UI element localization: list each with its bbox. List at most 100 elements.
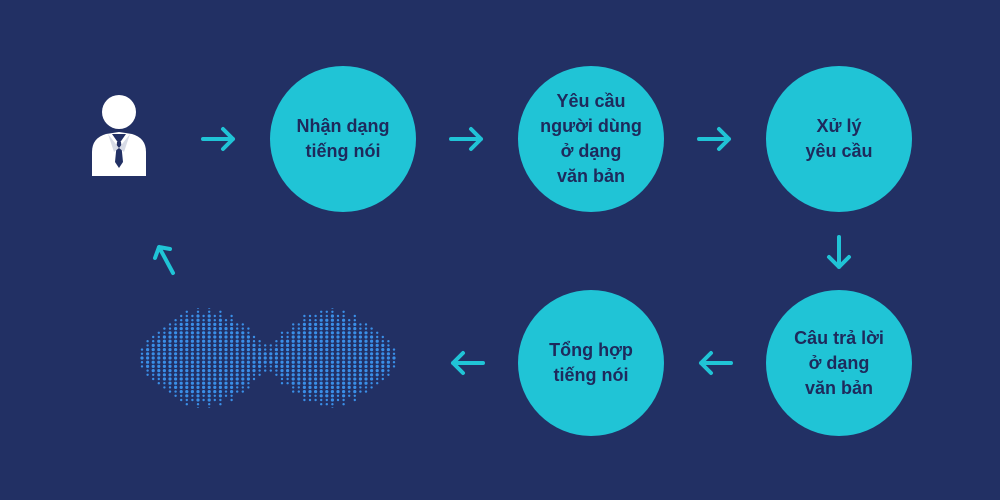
wave-dot	[364, 360, 368, 364]
wave-dot	[314, 394, 317, 397]
wave-dot	[213, 314, 216, 318]
wave-dot	[330, 335, 334, 339]
wave-dot	[157, 369, 161, 373]
wave-dot	[364, 369, 368, 373]
wave-dot	[342, 352, 346, 356]
wave-dot	[196, 314, 200, 318]
wave-dot	[230, 331, 234, 335]
wave-dot	[386, 356, 390, 360]
wave-dot	[291, 377, 295, 381]
wave-dot	[320, 310, 323, 313]
wave-dot	[359, 327, 362, 330]
wave-dot	[308, 394, 312, 397]
wave-dot	[286, 339, 290, 343]
wave-dot	[241, 343, 245, 347]
wave-dot	[319, 369, 323, 373]
wave-dot	[213, 331, 217, 335]
wave-dot	[302, 390, 306, 394]
wave-dot	[174, 369, 178, 373]
wave-dot	[376, 335, 379, 339]
wave-dot	[314, 381, 318, 385]
wave-dot	[375, 339, 379, 343]
wave-dot	[353, 348, 357, 352]
wave-dot	[174, 352, 178, 356]
wave-dot	[224, 369, 228, 373]
wave-dot	[162, 348, 166, 352]
wave-dot	[353, 394, 356, 397]
wave-dot	[280, 343, 284, 347]
wave-dot	[168, 356, 172, 360]
wave-dot	[319, 377, 323, 381]
wave-dot	[218, 331, 222, 335]
wave-dot	[258, 360, 262, 364]
wave-dot	[314, 377, 318, 381]
wave-dot	[196, 331, 200, 335]
node-text-answer: Câu trả lời ở dạng văn bản	[766, 290, 912, 436]
wave-dot	[241, 377, 245, 381]
wave-dot	[224, 323, 228, 326]
wave-dot	[213, 369, 217, 373]
wave-dot	[191, 319, 194, 322]
wave-dot	[174, 377, 178, 381]
wave-dot	[213, 381, 217, 385]
wave-dot	[342, 373, 346, 377]
wave-dot	[336, 377, 340, 381]
wave-dot	[348, 394, 351, 397]
wave-dot	[358, 331, 362, 335]
wave-dot	[196, 310, 200, 313]
wave-dot	[280, 356, 284, 360]
wave-dot	[185, 377, 189, 381]
wave-dot	[180, 398, 183, 402]
wave-dot	[358, 360, 362, 364]
wave-dot	[370, 327, 373, 330]
wave-dot	[353, 373, 357, 377]
wave-dot	[241, 352, 245, 356]
wave-dot	[190, 339, 194, 343]
wave-dot	[364, 377, 368, 381]
wave-dot	[235, 352, 239, 356]
wave-dot	[230, 356, 234, 360]
wave-dot	[174, 364, 178, 368]
wave-dot	[230, 373, 234, 377]
wave-dot	[202, 331, 206, 335]
wave-dot	[319, 364, 323, 368]
wave-dot	[168, 331, 172, 335]
wave-dot	[162, 373, 166, 377]
wave-dot	[179, 348, 183, 352]
wave-dot	[252, 369, 256, 373]
wave-dot	[353, 390, 357, 394]
wave-dot	[280, 360, 284, 364]
wave-dot	[235, 339, 239, 343]
wave-dot	[224, 373, 228, 377]
node-label: Câu trả lời ở dạng văn bản	[794, 327, 884, 398]
wave-dot	[218, 369, 222, 373]
wave-dot	[179, 381, 183, 385]
wave-dot	[241, 356, 245, 360]
wave-dot	[218, 343, 222, 347]
wave-dot	[297, 381, 301, 385]
wave-dot	[208, 403, 211, 406]
wave-dot	[280, 364, 284, 368]
wave-dot	[219, 314, 222, 318]
wave-dot	[347, 377, 351, 381]
wave-dot	[348, 319, 351, 322]
wave-dot	[353, 339, 357, 343]
wave-dot	[353, 352, 357, 356]
wave-dot	[146, 344, 149, 347]
wave-dot	[358, 377, 362, 381]
wave-dot	[330, 360, 334, 364]
wave-dot	[347, 373, 351, 377]
wave-dot	[219, 310, 222, 313]
wave-dot	[308, 398, 312, 402]
wave-dot	[218, 364, 222, 368]
wave-dot	[224, 356, 228, 360]
wave-dot	[347, 352, 351, 356]
wave-dot	[185, 381, 189, 385]
wave-dot	[179, 343, 183, 347]
wave-dot	[342, 385, 346, 389]
wave-dot	[381, 335, 384, 339]
wave-dot	[308, 385, 312, 389]
wave-dot	[347, 381, 351, 385]
wave-dot	[342, 390, 346, 394]
wave-dot	[230, 394, 233, 397]
